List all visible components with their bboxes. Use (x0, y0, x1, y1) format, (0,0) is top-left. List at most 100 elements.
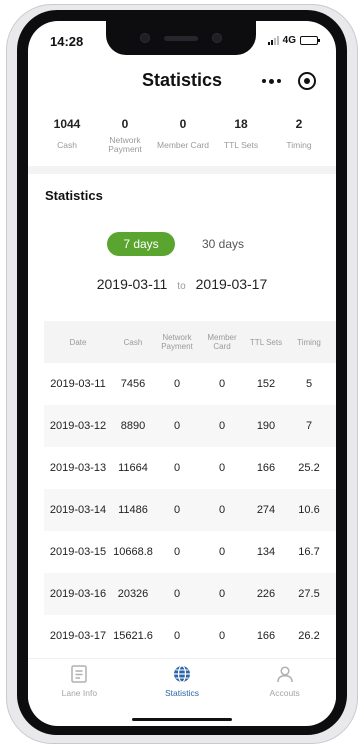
table-cell: 7 (305, 420, 313, 432)
summary-item: 0 Network Payment (96, 117, 154, 155)
table-cell: 5 (305, 378, 313, 390)
table-row: 2019-03-16 20326 0 0 226 27.5 (44, 573, 336, 615)
column-header: Date (69, 337, 87, 347)
table-cell: 8890 (120, 420, 146, 432)
summary-item: 2 Timing (270, 117, 328, 155)
table-cell: 0 (218, 630, 226, 642)
table-cell: 0 (218, 504, 226, 516)
table-cell: 166 (256, 462, 276, 474)
table-cell: 134 (256, 546, 276, 558)
table-cell: 2019-03-11 (50, 378, 106, 390)
table-cell: 0 (173, 462, 181, 474)
battery-icon (300, 36, 320, 45)
tab-statistics[interactable]: Statistics (131, 659, 234, 704)
sensor-icon (212, 33, 222, 43)
table-row: 2019-03-12 8890 0 0 190 7 (44, 405, 336, 447)
table-cell: 274 (256, 504, 276, 516)
summary-stats: 1044 Cash 0 Network Payment 0 Member Card 18 TT… (38, 117, 328, 155)
statistics-table: Date Cash Network Payment Member Card TTL Se… (44, 321, 336, 657)
date-range: 2019-03-11 to 2019-03-17 (28, 276, 336, 292)
table-cell: 11486 (118, 504, 148, 516)
end-date[interactable]: 2019-03-17 (196, 276, 268, 292)
summary-value: 1044 (53, 117, 81, 131)
column-header: Timing (297, 337, 321, 347)
summary-item: 18 TTL Sets (212, 117, 270, 155)
column-header: Network Payment (161, 333, 193, 351)
table-cell: 0 (173, 504, 181, 516)
tab-label: Statistics (165, 688, 200, 698)
table-header: Date Cash Network Payment Member Card TTL Se… (44, 321, 336, 363)
table-cell: 2019-03-17 (49, 630, 107, 642)
table-cell: 20326 (117, 588, 149, 600)
table-cell: 15621.6 (113, 630, 153, 642)
table-cell: 2019-03-16 (49, 588, 107, 600)
table-cell: 25.2 (298, 462, 320, 474)
table-cell: 0 (173, 546, 181, 558)
table-cell: 7456 (120, 378, 146, 390)
summary-label: Cash (57, 139, 77, 150)
status-indicators: 4G (267, 35, 320, 46)
table-cell: 0 (173, 588, 181, 600)
column-header: Member Card (207, 333, 237, 351)
summary-label: Timing (286, 139, 312, 150)
table-cell: 0 (173, 420, 181, 432)
summary-value: 18 (234, 117, 248, 131)
tab-lane-info[interactable]: Lane Info (28, 659, 131, 704)
network-label: 4G (282, 35, 296, 46)
range-tabs: 7 days 30 days (28, 232, 336, 256)
column-header: Cash (123, 337, 143, 347)
table-cell: 152 (256, 378, 276, 390)
section-divider (28, 166, 336, 174)
table-cell: 0 (218, 462, 226, 474)
table-cell: 10668.8 (113, 546, 153, 558)
table-cell: 27.5 (298, 588, 320, 600)
summary-label: Network Payment (108, 135, 142, 154)
table-cell: 166 (256, 630, 276, 642)
table-cell: 0 (218, 378, 226, 390)
summary-item: 0 Member Card (154, 117, 212, 155)
mini-program-capsule (248, 67, 324, 95)
table-cell: 0 (173, 378, 181, 390)
table-cell: 226 (256, 588, 276, 600)
tab-7-days[interactable]: 7 days (107, 232, 175, 256)
table-body: 2019-03-11 7456 0 0 152 5 2019-03-12 8890 0 0 190 7… (44, 363, 336, 657)
table-row: 2019-03-11 7456 0 0 152 5 (44, 363, 336, 405)
table-cell: 16.7 (298, 546, 320, 558)
home-indicator (132, 718, 232, 721)
table-cell: 26.2 (298, 630, 320, 642)
table-cell: 0 (218, 546, 226, 558)
signal-icon (267, 36, 279, 45)
summary-item: 1044 Cash (38, 117, 96, 155)
nav-bar: Statistics (28, 61, 336, 101)
summary-label: TTL Sets (223, 139, 259, 150)
close-target-icon[interactable] (298, 72, 316, 90)
user-icon (276, 666, 293, 683)
tab-bar: Lane Info Statistics Accouts (28, 658, 336, 704)
status-time: 14:28 (50, 34, 84, 49)
table-row: 2019-03-14 11486 0 0 274 10.6 (44, 489, 336, 531)
table-cell: 0 (218, 588, 226, 600)
section-title: Statistics (45, 188, 103, 203)
table-cell: 0 (218, 420, 226, 432)
summary-value: 0 (179, 117, 187, 131)
summary-label: Member Card (157, 139, 209, 150)
table-row: 2019-03-13 11664 0 0 166 25.2 (44, 447, 336, 489)
app-screen: 14:28 4G Statistics 1044 Cash 0 Network Pay… (28, 21, 336, 726)
more-icon[interactable] (262, 78, 281, 84)
start-date[interactable]: 2019-03-11 (97, 276, 168, 292)
globe-icon (174, 665, 190, 683)
tab-label: Lane Info (61, 688, 98, 698)
summary-value: 2 (295, 117, 303, 131)
camera-icon (140, 33, 150, 43)
device-notch (106, 21, 256, 55)
table-row: 2019-03-15 10668.8 0 0 134 16.7 (44, 531, 336, 573)
tab-accounts[interactable]: Accouts (233, 659, 336, 704)
table-cell: 10.6 (298, 504, 320, 516)
table-cell: 0 (173, 630, 181, 642)
column-header: TTL Sets (249, 337, 283, 347)
date-range-separator: to (177, 281, 186, 292)
table-cell: 2019-03-13 (49, 462, 107, 474)
tab-label: Accouts (269, 688, 300, 698)
table-cell: 11664 (118, 462, 148, 474)
tab-30-days[interactable]: 30 days (189, 232, 257, 256)
